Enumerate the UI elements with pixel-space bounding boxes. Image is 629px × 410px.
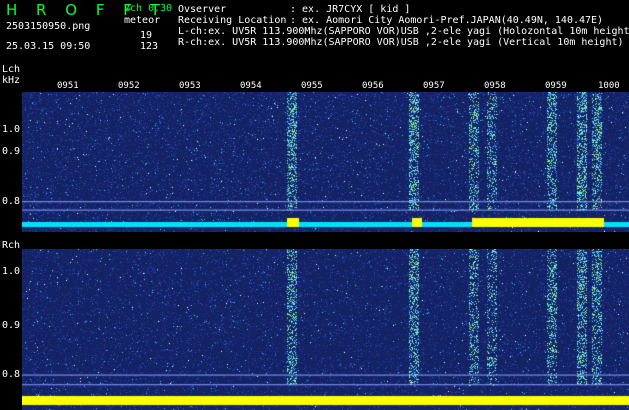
rch-ytick-3: 0.8 [2, 369, 21, 380]
observer-label: Ovserver [178, 4, 227, 15]
time-tick: 0955 [301, 81, 323, 91]
rch-count: 123 [140, 41, 159, 52]
time-tick: 0959 [545, 81, 567, 91]
meteor-label: meteor [124, 15, 161, 26]
location-value: : ex. Aomori City Aomori-Pref.JAPAN(40.4… [290, 15, 604, 26]
rch-ytick-1: 1.0 [2, 266, 21, 277]
time-tick: 0957 [423, 81, 445, 91]
time-tick: 0953 [179, 81, 201, 91]
time-tick: 0958 [484, 81, 506, 91]
rch-spectrogram-canvas [22, 249, 629, 410]
observer-value: : ex. JR7CYX [ kid ] [290, 4, 411, 15]
lch-unit: kHz [2, 75, 21, 86]
time-tick: 0954 [240, 81, 262, 91]
lch-count: 19 [140, 30, 153, 41]
info-block: Ovserver : ex. JR7CYX [ kid ] Receiving L… [178, 4, 629, 48]
lch-ytick-2: 0.9 [2, 146, 21, 157]
filename: 2503150950.png [6, 21, 91, 32]
time-tick: 0956 [362, 81, 384, 91]
location-label: Receiving Location [178, 15, 287, 26]
lch-ytick-1: 1.0 [2, 124, 21, 135]
rch-label: Rch [2, 240, 21, 251]
rch-ytick-2: 0.9 [2, 320, 21, 331]
lch-spectrogram[interactable] [22, 92, 629, 232]
rch-config: R-ch:ex. UV5R 113.900Mhz(SAPPORO VOR)USB… [178, 37, 624, 48]
lch-spectrogram-canvas [22, 92, 629, 232]
lch-label: Lch [2, 64, 21, 75]
mode-label: 2ch 0.30 [124, 3, 173, 14]
rch-spectrogram[interactable] [22, 249, 629, 410]
time-tick: 0952 [118, 81, 140, 91]
datetime: 25.03.15 09:50 [6, 41, 91, 52]
time-tick: 0951 [57, 81, 79, 91]
time-tick: 1000 [598, 81, 620, 91]
lch-ytick-3: 0.8 [2, 196, 21, 207]
lch-config: L-ch:ex. UV5R 113.900Mhz(SAPPORO VOR)USB… [178, 26, 629, 37]
